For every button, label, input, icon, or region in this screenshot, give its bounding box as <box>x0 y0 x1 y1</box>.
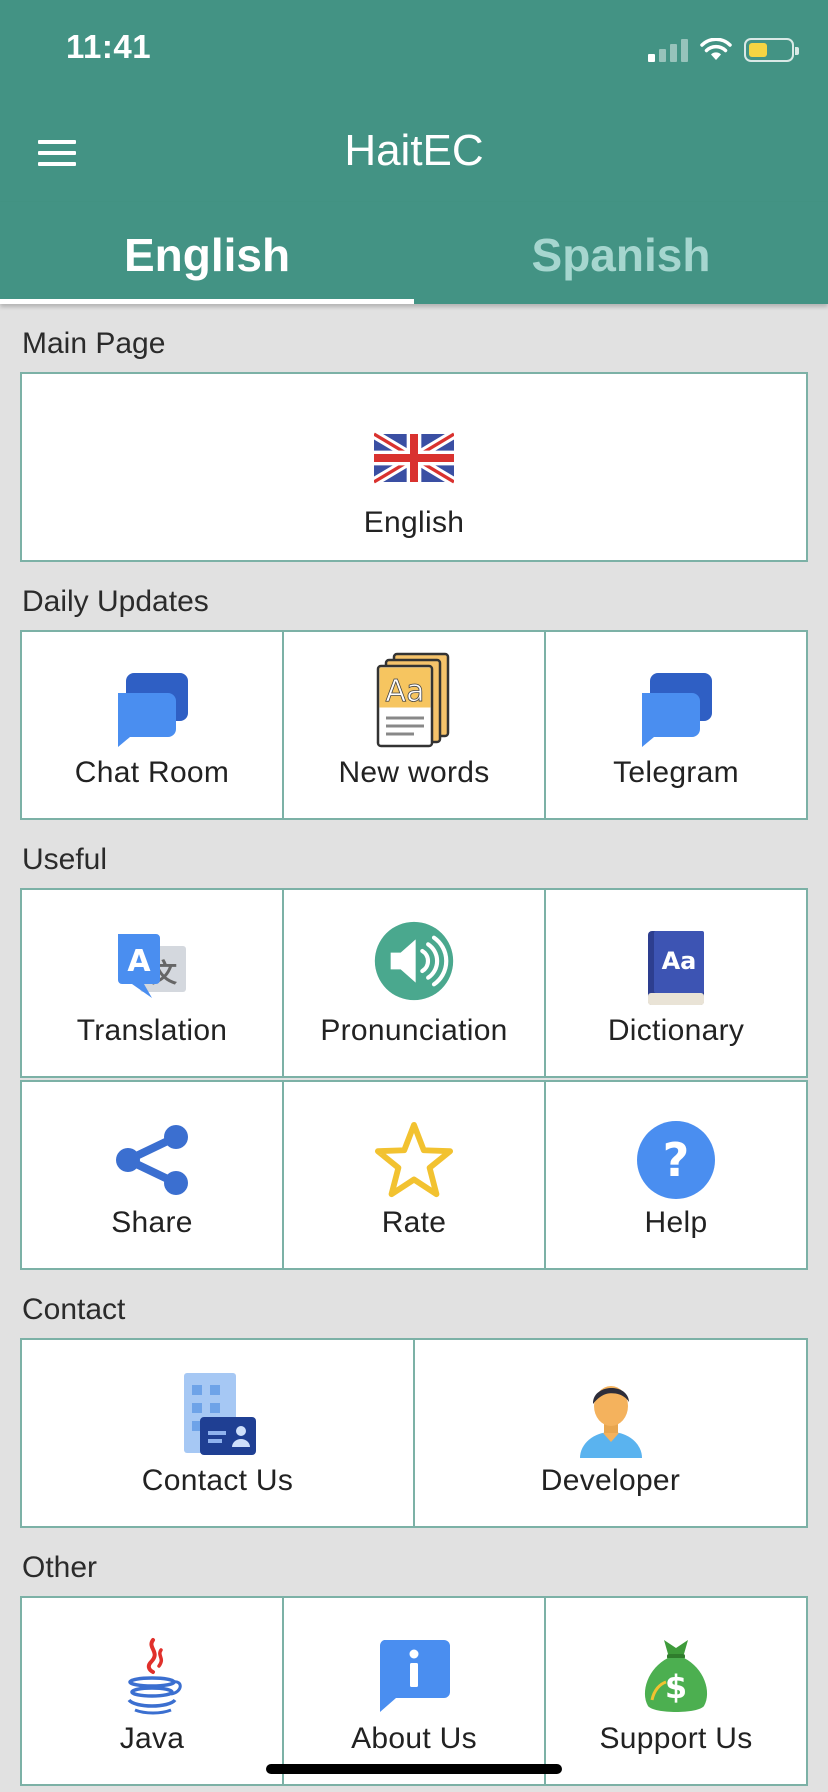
flashcards-icon: Aa <box>374 652 454 750</box>
other-grid: Java About Us $ Support Us <box>20 1596 808 1786</box>
chat-room-button[interactable]: Chat Room <box>22 632 282 818</box>
support-us-button[interactable]: $ Support Us <box>544 1598 806 1784</box>
tab-spanish[interactable]: Spanish <box>414 202 828 304</box>
new-words-label: New words <box>338 756 490 789</box>
money-bag-icon: $ <box>636 1636 716 1716</box>
app-bar: HaitEC <box>0 100 828 202</box>
svg-text:A: A <box>127 944 151 979</box>
section-title-main-page: Main Page <box>22 327 166 360</box>
pronunciation-button[interactable]: Pronunciation <box>282 890 544 1076</box>
contact-grid: Contact Us Developer <box>20 1338 808 1528</box>
telegram-label: Telegram <box>613 756 739 789</box>
tab-bar: English Spanish <box>0 202 828 304</box>
daily-updates-grid: Chat Room Aa New words Telegram <box>20 630 808 820</box>
contact-card-icon <box>178 1373 258 1458</box>
content: Main Page English Daily Updates Chat Roo… <box>20 304 808 1786</box>
main-english-button[interactable]: English <box>22 374 806 560</box>
about-us-button[interactable]: About Us <box>282 1598 544 1784</box>
star-icon <box>374 1120 454 1200</box>
app-title: HaitEC <box>344 126 484 175</box>
about-us-label: About Us <box>351 1722 477 1755</box>
java-label: Java <box>119 1722 185 1755</box>
share-label: Share <box>111 1206 193 1239</box>
help-icon: ? <box>636 1120 716 1200</box>
main-page-grid: English <box>20 372 808 562</box>
home-indicator <box>266 1764 562 1774</box>
pronunciation-label: Pronunciation <box>320 1014 508 1047</box>
rate-label: Rate <box>381 1206 447 1239</box>
status-bar: 11:41 <box>0 0 828 100</box>
svg-text:Aa: Aa <box>662 947 697 975</box>
svg-text:Aa: Aa <box>386 674 425 709</box>
developer-label: Developer <box>540 1464 681 1497</box>
battery-icon <box>744 38 799 62</box>
status-icons <box>648 34 799 66</box>
svg-text:?: ? <box>663 1133 690 1187</box>
svg-text:$: $ <box>665 1668 687 1706</box>
chat-room-label: Chat Room <box>74 756 230 789</box>
status-time: 11:41 <box>66 28 152 65</box>
translate-icon: 文 A <box>112 928 192 1008</box>
translation-label: Translation <box>76 1014 228 1047</box>
wifi-icon <box>700 38 732 60</box>
rate-button[interactable]: Rate <box>282 1082 544 1268</box>
translation-button[interactable]: 文 A Translation <box>22 890 282 1076</box>
uk-flag-icon <box>374 418 454 498</box>
useful-grid-row-1: 文 A Translation Pronunciation Aa Diction… <box>20 888 808 1078</box>
chat-bubbles-icon <box>636 670 716 750</box>
share-button[interactable]: Share <box>22 1082 282 1268</box>
dictionary-button[interactable]: Aa Dictionary <box>544 890 806 1076</box>
chat-bubbles-icon <box>112 670 192 750</box>
person-icon <box>571 1378 651 1458</box>
section-title-daily-updates: Daily Updates <box>22 585 209 618</box>
dictionary-label: Dictionary <box>607 1014 745 1047</box>
contact-us-label: Contact Us <box>141 1464 294 1497</box>
java-button[interactable]: Java <box>22 1598 282 1784</box>
new-words-button[interactable]: Aa New words <box>282 632 544 818</box>
speaker-icon <box>374 921 454 1008</box>
useful-grid-row-2: Share Rate ? Help <box>20 1080 808 1270</box>
dictionary-icon: Aa <box>636 928 716 1008</box>
support-us-label: Support Us <box>599 1722 753 1755</box>
main-english-label: English <box>363 506 465 539</box>
help-label: Help <box>644 1206 708 1239</box>
developer-button[interactable]: Developer <box>413 1340 806 1526</box>
telegram-button[interactable]: Telegram <box>544 632 806 818</box>
tab-english[interactable]: English <box>0 202 414 304</box>
java-icon <box>112 1636 192 1716</box>
help-button[interactable]: ? Help <box>544 1082 806 1268</box>
cellular-signal-icon <box>648 38 688 62</box>
share-icon <box>112 1120 192 1200</box>
contact-us-button[interactable]: Contact Us <box>22 1340 413 1526</box>
section-title-other: Other <box>22 1551 98 1584</box>
info-icon <box>374 1636 454 1716</box>
section-title-contact: Contact <box>22 1293 126 1326</box>
section-title-useful: Useful <box>22 843 108 876</box>
